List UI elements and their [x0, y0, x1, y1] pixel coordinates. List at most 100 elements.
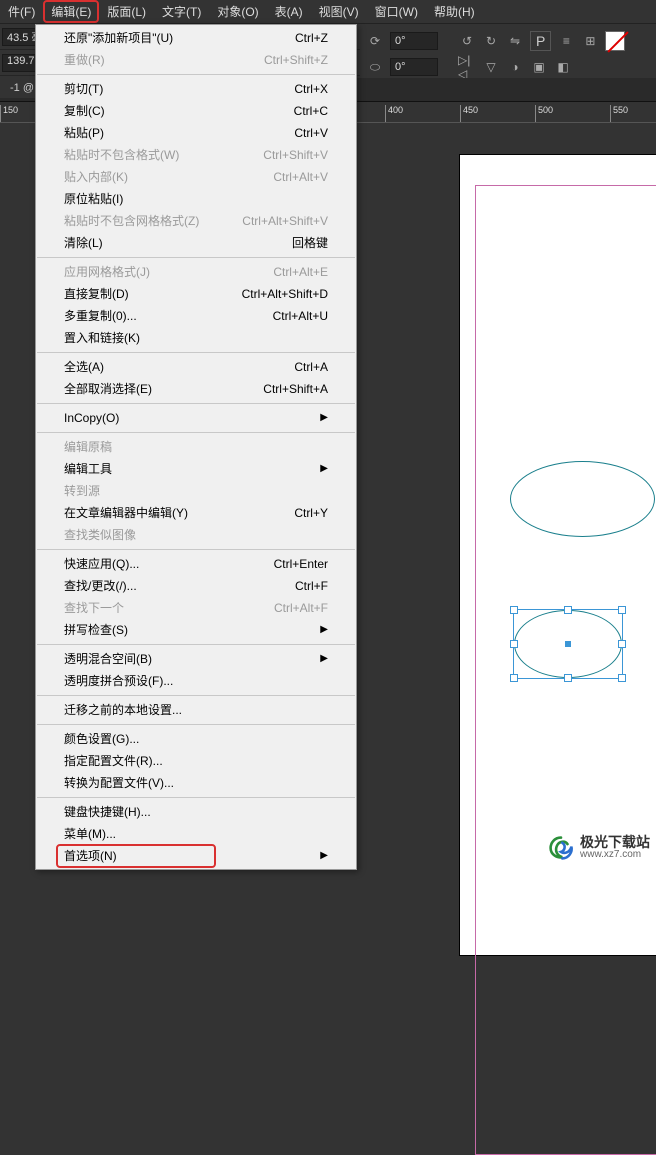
- chevron-right-icon: ▶: [320, 651, 328, 667]
- menu-item-label: 查找/更改(/)...: [64, 578, 137, 594]
- menu-separator: [37, 352, 355, 353]
- selection-handle[interactable]: [618, 640, 626, 648]
- shear-field[interactable]: 0°: [390, 58, 438, 76]
- selection-handle[interactable]: [564, 674, 572, 682]
- chevron-right-icon: ▶: [320, 622, 328, 638]
- menu-item[interactable]: 拼写检查(S) ▶: [36, 619, 356, 641]
- menu-layout[interactable]: 版面(L): [99, 0, 154, 23]
- menu-item[interactable]: 全选(A)Ctrl+A: [36, 356, 356, 378]
- menu-item[interactable]: 编辑工具▶: [36, 458, 356, 480]
- menu-text[interactable]: 文字(T): [154, 0, 209, 23]
- paragraph-style-icon[interactable]: P: [530, 31, 551, 51]
- selection-handle[interactable]: [618, 606, 626, 614]
- fill-none-swatch[interactable]: [605, 31, 625, 51]
- distribute-icon[interactable]: ⊞: [581, 32, 599, 50]
- menu-item[interactable]: 全部取消选择(E)Ctrl+Shift+A: [36, 378, 356, 400]
- menu-item[interactable]: 透明度拼合预设(F)...: [36, 670, 356, 692]
- rotate-icon[interactable]: ⟳: [366, 32, 384, 50]
- menu-item-shortcut: Ctrl+A: [294, 359, 328, 375]
- menu-item[interactable]: 粘贴(P)Ctrl+V: [36, 122, 356, 144]
- rotate-ccw-icon[interactable]: ↺: [458, 32, 476, 50]
- menu-item[interactable]: 首选项(N)▶: [36, 845, 356, 867]
- menu-help[interactable]: 帮助(H): [426, 0, 483, 23]
- menu-item-label: 编辑工具: [64, 461, 112, 477]
- menu-item-label: 置入和链接(K): [64, 330, 140, 346]
- selected-object[interactable]: [514, 610, 622, 678]
- rotate-field[interactable]: 0°: [390, 32, 438, 50]
- menu-item[interactable]: 剪切(T)Ctrl+X: [36, 78, 356, 100]
- flip-h-icon[interactable]: ⇋: [506, 32, 524, 50]
- flip-v-icon[interactable]: ▷|◁: [458, 58, 476, 76]
- menu-item[interactable]: 还原"添加新项目"(U)Ctrl+Z: [36, 27, 356, 49]
- ellipse-shape-1[interactable]: [510, 461, 655, 537]
- ruler-tick: 400: [385, 105, 403, 123]
- menu-object[interactable]: 对象(O): [209, 0, 266, 23]
- selection-handle[interactable]: [510, 606, 518, 614]
- effects-icon[interactable]: ◑: [506, 58, 524, 76]
- menu-item[interactable]: 置入和链接(K): [36, 327, 356, 349]
- menu-view[interactable]: 视图(V): [311, 0, 367, 23]
- edit-menu-dropdown: 还原"添加新项目"(U)Ctrl+Z重做(R)Ctrl+Shift+Z剪切(T)…: [35, 24, 357, 870]
- menu-separator: [37, 432, 355, 433]
- menu-item[interactable]: 原位粘贴(I): [36, 188, 356, 210]
- menu-item[interactable]: 在文章编辑器中编辑(Y)Ctrl+Y: [36, 502, 356, 524]
- rotate-cw-icon[interactable]: ↻: [482, 32, 500, 50]
- menu-item-shortcut: Ctrl+Alt+E: [273, 264, 328, 280]
- corner-icon[interactable]: ◧: [554, 58, 572, 76]
- menu-item[interactable]: 多重复制(0)...Ctrl+Alt+U: [36, 305, 356, 327]
- selection-handle[interactable]: [564, 606, 572, 614]
- selection-handle[interactable]: [618, 674, 626, 682]
- menu-item[interactable]: 快速应用(Q)... Ctrl+Enter: [36, 553, 356, 575]
- menu-item[interactable]: 清除(L)回格键: [36, 232, 356, 254]
- menu-item-shortcut: Ctrl+Alt+F: [274, 600, 328, 616]
- menu-item-label: 粘贴时不包含网格格式(Z): [64, 213, 199, 229]
- menu-item-label: 清除(L): [64, 235, 103, 251]
- menu-item-label: 直接复制(D): [64, 286, 129, 302]
- menu-item[interactable]: 颜色设置(G)...: [36, 728, 356, 750]
- logo-icon: [548, 835, 574, 861]
- flip-h2-icon[interactable]: ▽: [482, 58, 500, 76]
- selection-center[interactable]: [565, 641, 571, 647]
- menu-table[interactable]: 表(A): [267, 0, 311, 23]
- menu-separator: [37, 797, 355, 798]
- menu-item-shortcut: Ctrl+X: [294, 81, 328, 97]
- shear-icon[interactable]: ⬭: [366, 58, 384, 76]
- wrap-icon[interactable]: ▣: [530, 58, 548, 76]
- menu-item[interactable]: 查找/更改(/)...Ctrl+F: [36, 575, 356, 597]
- menu-item[interactable]: 键盘快捷键(H)...: [36, 801, 356, 823]
- ruler-tick: 500: [535, 105, 553, 123]
- menu-item: 粘贴时不包含格式(W)Ctrl+Shift+V: [36, 144, 356, 166]
- menu-edit[interactable]: 编辑(E): [43, 0, 99, 23]
- menu-item-shortcut: Ctrl+Enter: [274, 556, 328, 572]
- menu-item[interactable]: 指定配置文件(R)...: [36, 750, 356, 772]
- menu-file[interactable]: 件(F): [0, 0, 43, 23]
- menu-item[interactable]: InCopy(O)▶: [36, 407, 356, 429]
- menu-item[interactable]: 直接复制(D)Ctrl+Alt+Shift+D: [36, 283, 356, 305]
- menu-item-label: 重做(R): [64, 52, 105, 68]
- menu-item-label: 贴入内部(K): [64, 169, 128, 185]
- menu-item: 转到源: [36, 480, 356, 502]
- menu-item-label: 复制(C): [64, 103, 105, 119]
- menu-window[interactable]: 窗口(W): [367, 0, 426, 23]
- selection-handle[interactable]: [510, 674, 518, 682]
- menu-item-label: 在文章编辑器中编辑(Y): [64, 505, 188, 521]
- selection-handle[interactable]: [510, 640, 518, 648]
- menu-item: 查找类似图像: [36, 524, 356, 546]
- chevron-right-icon: ▶: [320, 410, 328, 426]
- menu-item[interactable]: 透明混合空间(B) ▶: [36, 648, 356, 670]
- menu-item[interactable]: 复制(C)Ctrl+C: [36, 100, 356, 122]
- menu-item-label: 拼写检查(S): [64, 622, 128, 638]
- menu-item[interactable]: 迁移之前的本地设置...: [36, 699, 356, 721]
- menu-item-label: 编辑原稿: [64, 439, 112, 455]
- menu-item[interactable]: 菜单(M)...: [36, 823, 356, 845]
- menu-item-label: 快速应用(Q)...: [64, 556, 139, 572]
- menu-item-label: 粘贴时不包含格式(W): [64, 147, 179, 163]
- menu-separator: [37, 724, 355, 725]
- menu-item-shortcut: Ctrl+Shift+A: [263, 381, 328, 397]
- menu-item[interactable]: 转换为配置文件(V)...: [36, 772, 356, 794]
- menu-item-label: 透明混合空间(B): [64, 651, 152, 667]
- menu-item-label: 颜色设置(G)...: [64, 731, 139, 747]
- align-icon[interactable]: ≡: [557, 32, 575, 50]
- menu-item-label: 透明度拼合预设(F)...: [64, 673, 173, 689]
- menu-item-label: 多重复制(0)...: [64, 308, 137, 324]
